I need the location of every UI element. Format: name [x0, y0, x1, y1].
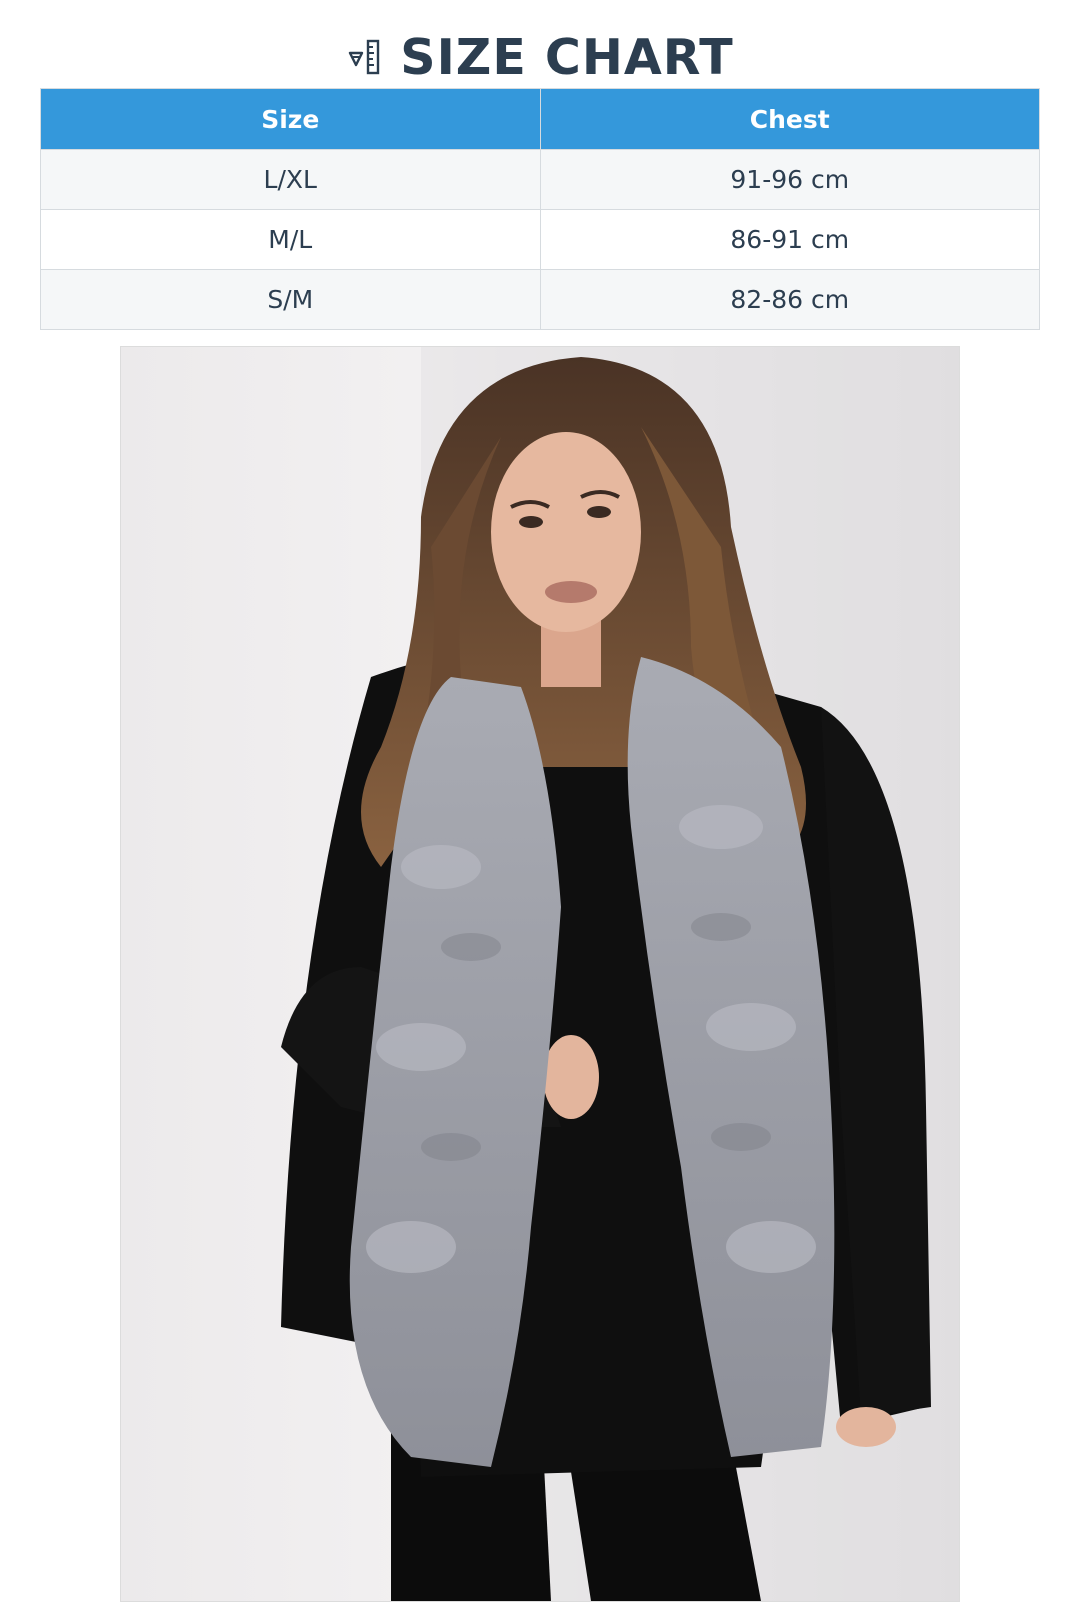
product-photo: [120, 346, 960, 1602]
column-header-size: Size: [40, 88, 541, 150]
table-row: M/L 86-91 cm: [40, 209, 1040, 270]
chest-cell: 82-86 cm: [539, 269, 1040, 330]
model-illustration: [281, 347, 959, 1601]
size-cell: M/L: [40, 209, 541, 270]
table-row: S/M 82-86 cm: [40, 269, 1040, 330]
page-title: SIZE CHART: [400, 28, 734, 86]
table-header-row: Size Chest: [40, 88, 1040, 150]
ruler-icon: [346, 35, 386, 79]
column-header-chest: Chest: [539, 88, 1040, 150]
size-chart-title: SIZE CHART: [0, 22, 1080, 92]
table-row: L/XL 91-96 cm: [40, 149, 1040, 210]
size-cell: S/M: [40, 269, 541, 330]
chest-cell: 91-96 cm: [539, 149, 1040, 210]
chest-cell: 86-91 cm: [539, 209, 1040, 270]
size-table: Size Chest L/XL 91-96 cm M/L 86-91 cm S/…: [40, 88, 1040, 330]
size-cell: L/XL: [40, 149, 541, 210]
